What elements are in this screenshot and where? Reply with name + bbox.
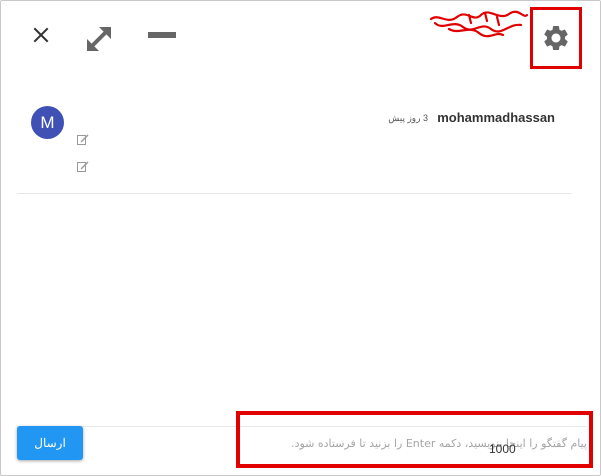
chat-window: M mohammadhassan 3 روز پیش ارسال 1000: [0, 0, 601, 476]
message-input[interactable]: [244, 429, 587, 457]
author-name: mohammadhassan: [437, 110, 555, 125]
settings-button[interactable]: [530, 7, 582, 69]
expand-icon: [87, 27, 111, 51]
char-counter: 1000: [489, 442, 516, 456]
message-input-highlight: [236, 411, 593, 468]
close-icon: [33, 27, 49, 43]
red-scribble-annotation: [429, 10, 529, 38]
expand-button[interactable]: [81, 21, 117, 57]
send-button[interactable]: ارسال: [17, 426, 83, 460]
message-divider: [17, 193, 571, 194]
edit-icon[interactable]: [77, 160, 89, 172]
minimize-icon: [148, 32, 176, 38]
avatar: M: [31, 106, 64, 139]
edit-icon[interactable]: [77, 133, 89, 145]
gear-icon: [544, 25, 568, 50]
minimize-button[interactable]: [145, 21, 179, 49]
message-time: 3 روز پیش: [388, 113, 428, 123]
close-button[interactable]: [27, 21, 55, 49]
